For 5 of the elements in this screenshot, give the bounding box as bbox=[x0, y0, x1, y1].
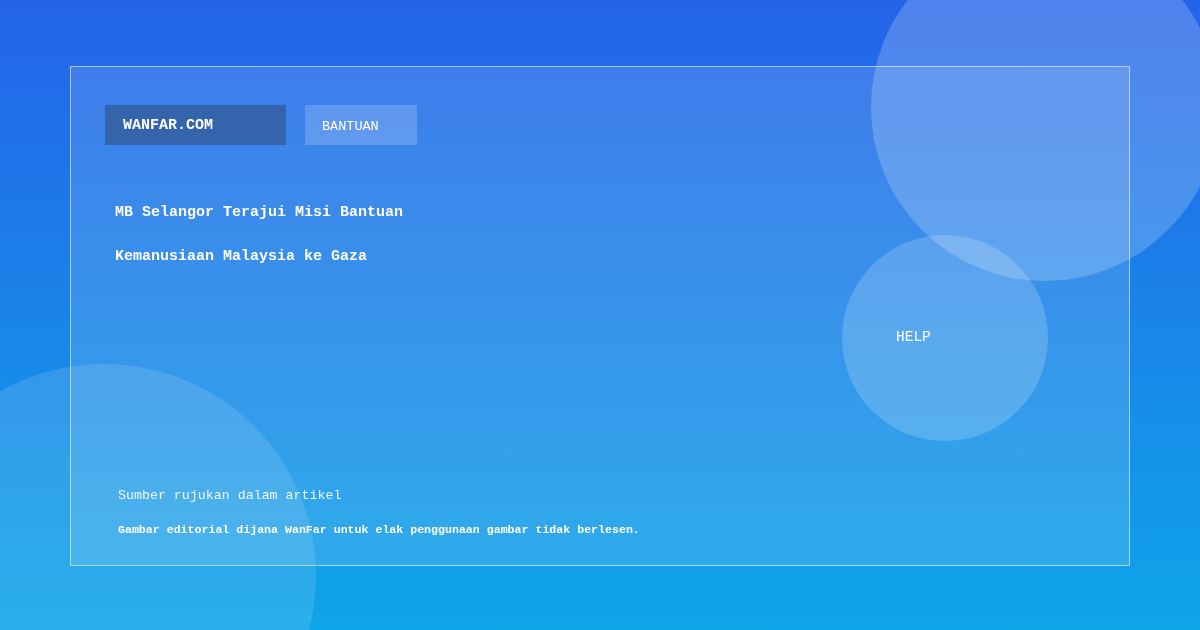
headline: MB Selangor Terajui Misi Bantuan Kemanusiaan Malaysia ke Gaza bbox=[115, 203, 405, 267]
help-label: HELP bbox=[896, 328, 931, 346]
disclaimer-text: Gambar editorial dijana WanFar untuk elak penggunaan gambar tidak berlesen. bbox=[118, 523, 640, 537]
brand-link[interactable]: WANFAR.COM bbox=[105, 105, 286, 145]
source-note: Sumber rujukan dalam artikel bbox=[118, 488, 342, 504]
